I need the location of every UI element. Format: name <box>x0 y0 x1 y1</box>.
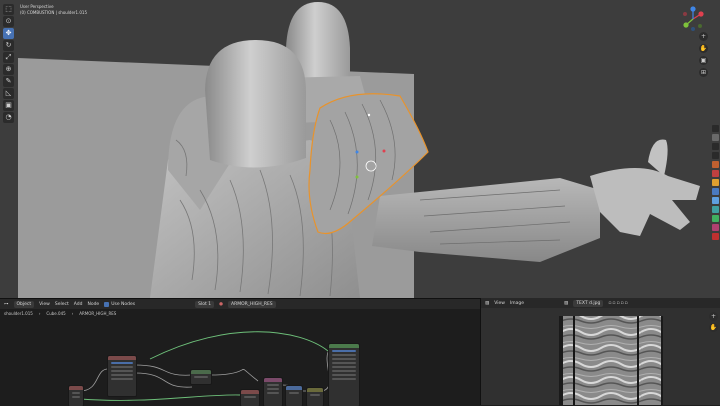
node-image-texture[interactable] <box>107 355 137 397</box>
sculpt-tool-icon[interactable]: ◔ <box>3 112 14 123</box>
node-color-ramp[interactable] <box>190 369 212 385</box>
tool-tab-icon[interactable] <box>712 125 719 132</box>
pan-icon[interactable]: ✋ <box>709 323 718 332</box>
world-tab-icon[interactable] <box>712 170 719 177</box>
rotate-tool-icon[interactable]: ↻ <box>3 40 14 51</box>
constraints-tab-icon[interactable] <box>712 215 719 222</box>
zoom-icon[interactable]: + <box>699 32 708 41</box>
node-principled-bsdf[interactable] <box>328 343 360 406</box>
image-side-tools: + ✋ <box>709 312 718 332</box>
annotate-tool-icon[interactable]: ✎ <box>3 76 14 87</box>
object-tab-icon[interactable] <box>712 179 719 186</box>
select-box-tool-icon[interactable]: ⬚ <box>3 4 14 15</box>
viewport-info: User Perspective (0) COMBUSTION | should… <box>20 4 87 16</box>
modifier-tab-icon[interactable] <box>712 188 719 195</box>
measure-tool-icon[interactable]: ◺ <box>3 88 14 99</box>
particles-tab-icon[interactable] <box>712 197 719 204</box>
image-browse-icon[interactable]: ▨ <box>564 301 568 306</box>
image-canvas[interactable]: + ✋ <box>481 308 720 405</box>
texture-preview <box>559 316 663 405</box>
image-action-icons[interactable]: ▫▫▫▫▫ <box>608 301 628 306</box>
image-name-field[interactable]: TEXT d.jpg <box>573 299 604 307</box>
navigation-gizmo-icon[interactable] <box>680 6 706 32</box>
render-tab-icon[interactable] <box>712 134 719 141</box>
viewport-nav-buttons: + ✋ ▣ ⊞ <box>699 32 708 77</box>
properties-tab-strip <box>712 125 720 240</box>
view-layer-tab-icon[interactable] <box>712 152 719 159</box>
node-texture-coordinate[interactable] <box>68 385 84 406</box>
data-tab-icon[interactable] <box>712 224 719 231</box>
front-figure-head <box>205 40 306 168</box>
node-bump[interactable] <box>263 377 283 406</box>
camera-icon[interactable]: ▣ <box>699 56 708 65</box>
node-mix[interactable] <box>240 389 260 406</box>
material-tab-icon[interactable] <box>712 233 719 240</box>
zoom-icon[interactable]: + <box>709 312 718 321</box>
node-normal[interactable] <box>306 387 324 406</box>
node-math[interactable] <box>285 385 303 406</box>
scale-tool-icon[interactable]: ⤢ <box>3 52 14 63</box>
scene-tab-icon[interactable] <box>712 161 719 168</box>
sculpt-scene[interactable] <box>0 0 720 298</box>
shader-node-editor[interactable]: ⊶ Object View Select Add Node Use Nodes … <box>0 298 480 406</box>
image-editor-header: ▨ View Image ▨ TEXT d.jpg ▫▫▫▫▫ <box>481 298 720 308</box>
add-cube-tool-icon[interactable]: ▣ <box>3 100 14 111</box>
image-menu[interactable]: Image <box>510 301 524 306</box>
tool-strip: ⬚ ⊙ ✥ ↻ ⤢ ⊕ ✎ ◺ ▣ ◔ <box>3 4 14 123</box>
active-object-label: (0) COMBUSTION | shoulder1.015 <box>20 10 88 15</box>
physics-tab-icon[interactable] <box>712 206 719 213</box>
image-editor[interactable]: ▨ View Image ▨ TEXT d.jpg ▫▫▫▫▫ + ✋ <box>480 298 720 405</box>
move-tool-icon[interactable]: ✥ <box>3 28 14 39</box>
3d-viewport[interactable]: User Perspective (0) COMBUSTION | should… <box>0 0 720 298</box>
transform-tool-icon[interactable]: ⊕ <box>3 64 14 75</box>
grid-icon[interactable]: ⊞ <box>699 68 708 77</box>
output-tab-icon[interactable] <box>712 143 719 150</box>
view-menu[interactable]: View <box>494 301 505 306</box>
hand <box>590 168 700 236</box>
pan-icon[interactable]: ✋ <box>699 44 708 53</box>
editor-type-icon[interactable]: ▨ <box>485 301 489 306</box>
cursor-tool-icon[interactable]: ⊙ <box>3 16 14 27</box>
